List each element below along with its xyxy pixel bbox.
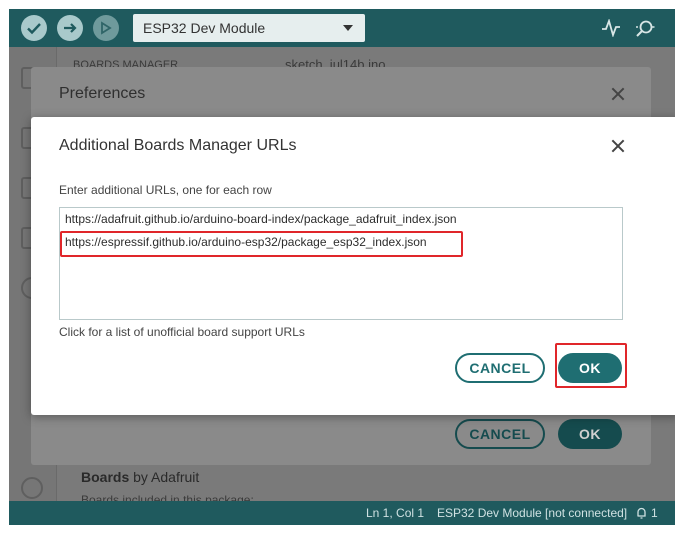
ok-highlight-box bbox=[555, 343, 627, 388]
close-icon[interactable] bbox=[611, 87, 625, 101]
statusbar: Ln 1, Col 1 ESP32 Dev Module [not connec… bbox=[9, 501, 675, 525]
board-item-name: Boards bbox=[81, 469, 130, 485]
pulse-icon[interactable] bbox=[601, 19, 621, 37]
check-icon bbox=[27, 23, 41, 35]
verify-button[interactable] bbox=[21, 15, 47, 41]
close-icon[interactable] bbox=[611, 139, 625, 153]
additional-urls-dialog: Additional Boards Manager URLs Enter add… bbox=[31, 117, 675, 415]
url-instruction: Enter additional URLs, one for each row bbox=[59, 183, 272, 197]
cursor-position: Ln 1, Col 1 bbox=[366, 506, 425, 520]
board-item-author: by Adafruit bbox=[133, 469, 200, 485]
urls-textarea[interactable]: https://adafruit.github.io/arduino-board… bbox=[59, 207, 623, 320]
debug-button[interactable] bbox=[93, 15, 119, 41]
bell-icon[interactable] bbox=[636, 506, 647, 520]
board-select-label: ESP32 Dev Module bbox=[143, 20, 266, 36]
notification-count: 1 bbox=[651, 506, 658, 520]
preferences-ok-button[interactable]: OK bbox=[558, 419, 622, 449]
board-list-item[interactable]: Boards by Adafruit bbox=[81, 469, 199, 485]
preferences-title: Preferences bbox=[59, 85, 146, 102]
cancel-button[interactable]: CANCEL bbox=[455, 353, 545, 383]
url-highlight-box bbox=[60, 231, 463, 257]
board-select[interactable]: ESP32 Dev Module bbox=[133, 14, 365, 42]
unofficial-urls-link[interactable]: Click for a list of unofficial board sup… bbox=[59, 325, 305, 339]
url-line-1: https://adafruit.github.io/arduino-board… bbox=[65, 212, 457, 226]
profile-icon[interactable] bbox=[21, 477, 43, 499]
preferences-cancel-button[interactable]: CANCEL bbox=[455, 419, 545, 449]
arrow-right-icon bbox=[64, 23, 77, 33]
app-window: ESP32 Dev Module BOARDS MANAGER sketch_j… bbox=[9, 9, 675, 525]
additional-urls-title: Additional Boards Manager URLs bbox=[59, 137, 297, 154]
board-status: ESP32 Dev Module [not connected] bbox=[437, 506, 628, 520]
chevron-down-icon bbox=[343, 25, 353, 31]
magnifier-icon[interactable] bbox=[635, 19, 655, 37]
toolbar: ESP32 Dev Module bbox=[9, 9, 675, 47]
debug-icon bbox=[101, 21, 112, 35]
upload-button[interactable] bbox=[57, 15, 83, 41]
